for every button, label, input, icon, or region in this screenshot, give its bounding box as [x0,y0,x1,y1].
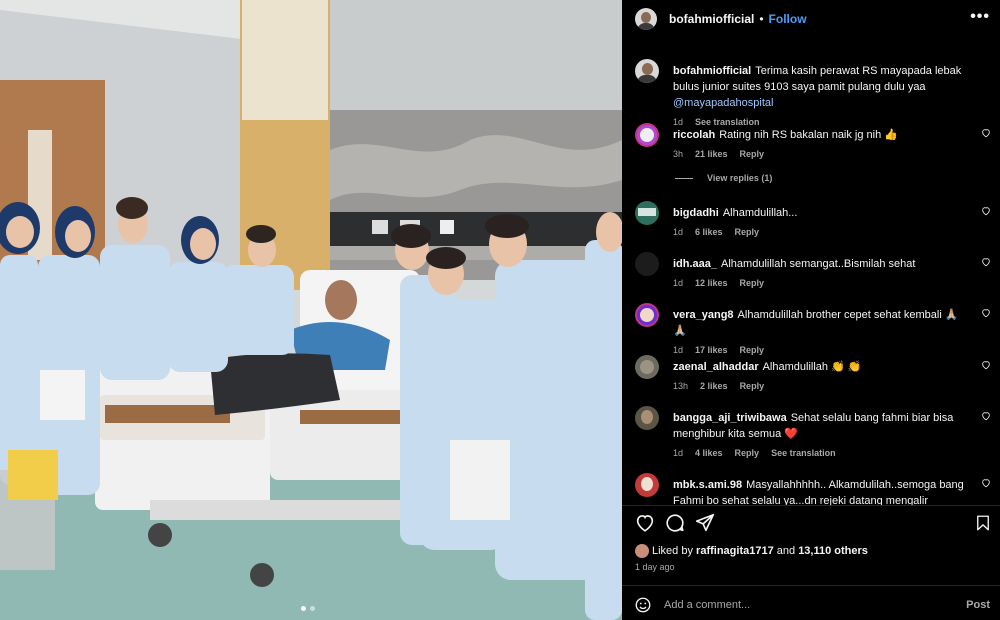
commenter-avatar[interactable] [635,201,659,225]
comment-item: mbk.s.ami.98 Masyallahhhhh.. Alkamdulilah… [635,473,995,505]
comment-likes[interactable]: 12 likes [695,275,728,291]
commenter-avatar[interactable] [635,473,659,497]
comment-time: 1d [673,448,684,458]
add-comment-bar: Add a comment... Post [634,594,990,616]
divider [622,505,1000,506]
author-avatar[interactable] [635,8,657,30]
comment-time: 3h [673,149,684,159]
comment-text: Alhamdulillah semangat..Bismilah sehat [721,258,916,270]
more-horizontal-icon[interactable]: ••• [970,8,990,26]
comment-username[interactable]: mbk.s.ami.98 [673,479,742,491]
liker-username[interactable]: raffinagita1717 [696,545,774,557]
reply-button[interactable]: Reply [740,275,765,291]
comment-time: 1d [673,227,684,237]
comment-icon[interactable] [664,512,686,534]
post-image [0,0,622,620]
comment-likes[interactable]: 17 likes [695,342,728,358]
comment-likes[interactable]: 4 likes [695,445,723,461]
comment-likes[interactable]: 6 likes [695,224,723,240]
heart-icon[interactable] [981,128,991,138]
share-icon[interactable] [694,512,716,534]
comment-item: bigdadhi Alhamdulillah... 1d 6 likes Repl… [635,201,995,240]
reply-button[interactable]: Reply [735,224,760,240]
reply-button[interactable]: Reply [740,342,765,358]
comment-item: bangga_aji_triwibawa Sehat selalu bang fa… [635,406,995,461]
liker-avatar [635,544,649,558]
carousel-dots [301,606,315,611]
comment-text: Rating nih RS bakalan naik jg nih 👍 [719,129,898,141]
post-header: bofahmiofficial • Follow ••• [622,0,1000,38]
comment-item: idh.aaa_ Alhamdulillah semangat..Bismilah… [635,252,995,291]
comment-text: Alhamdulillah 👏 👏 [762,361,862,373]
commenter-avatar[interactable] [635,406,659,430]
commenter-avatar[interactable] [635,303,659,327]
reply-button[interactable]: Reply [740,378,765,394]
comment-item: riccolah Rating nih RS bakalan naik jg ni… [635,123,995,162]
comment-time: 1d [673,345,684,355]
see-translation-link[interactable]: See translation [771,445,836,461]
commenter-avatar[interactable] [635,355,659,379]
post-actions [634,512,990,534]
heart-icon[interactable] [634,512,656,534]
comment-time: 13h [673,381,689,391]
comment-likes[interactable]: 2 likes [700,378,728,394]
carousel-dot[interactable] [301,606,306,611]
author-username[interactable]: bofahmiofficial [669,12,754,26]
commenter-avatar[interactable] [635,252,659,276]
heart-icon[interactable] [981,308,991,318]
emoji-icon[interactable] [634,596,652,614]
comment-username[interactable]: bangga_aji_triwibawa [673,412,787,424]
author-avatar[interactable] [635,59,659,83]
comment-username[interactable]: bigdadhi [673,207,719,219]
caption: bofahmiofficial Terima kasih perawat RS m… [635,59,995,130]
post-side-panel: bofahmiofficial • Follow ••• bofahmioffi… [622,0,1000,620]
comment-time: 1d [673,278,684,288]
heart-icon[interactable] [981,411,991,421]
comment-username[interactable]: vera_yang8 [673,309,734,321]
reply-button[interactable]: Reply [735,445,760,461]
view-replies-label: View replies (1) [707,173,773,183]
post-photo[interactable] [0,0,622,620]
view-replies-button[interactable]: View replies (1) [675,173,772,183]
comment-likes[interactable]: 21 likes [695,146,728,162]
likes-others[interactable]: 13,110 others [798,545,868,557]
comments-list[interactable]: bofahmiofficial Terima kasih perawat RS m… [622,53,1000,505]
comment-text: Alhamdulillah... [722,207,798,219]
bookmark-icon[interactable] [974,512,992,534]
divider [622,585,1000,586]
comment-username[interactable]: idh.aaa_ [673,258,717,270]
comment-input[interactable]: Add a comment... [664,599,750,611]
heart-icon[interactable] [981,360,991,370]
comment-item: vera_yang8 Alhamdulillah brother cepet se… [635,303,995,358]
heart-icon[interactable] [981,206,991,216]
caption-mention[interactable]: @mayapadahospital [673,97,773,109]
commenter-avatar[interactable] [635,123,659,147]
header-separator: • [759,12,764,26]
reply-button[interactable]: Reply [740,146,765,162]
comment-item: zaenal_alhaddar Alhamdulillah 👏 👏 13h 2 l… [635,355,995,394]
likes-and: and [776,545,796,557]
carousel-dot[interactable] [310,606,315,611]
comment-username[interactable]: riccolah [673,129,715,141]
post-comment-button[interactable]: Post [966,599,990,611]
follow-button[interactable]: Follow [769,12,807,26]
posted-time: 1 day ago [635,562,675,572]
likes-summary[interactable]: Liked by raffinagita1717 and 13,110 othe… [635,544,868,558]
caption-username[interactable]: bofahmiofficial [673,65,751,77]
comment-username[interactable]: zaenal_alhaddar [673,361,759,373]
heart-icon[interactable] [981,478,991,488]
heart-icon[interactable] [981,257,991,267]
likes-prefix: Liked by [652,545,693,557]
